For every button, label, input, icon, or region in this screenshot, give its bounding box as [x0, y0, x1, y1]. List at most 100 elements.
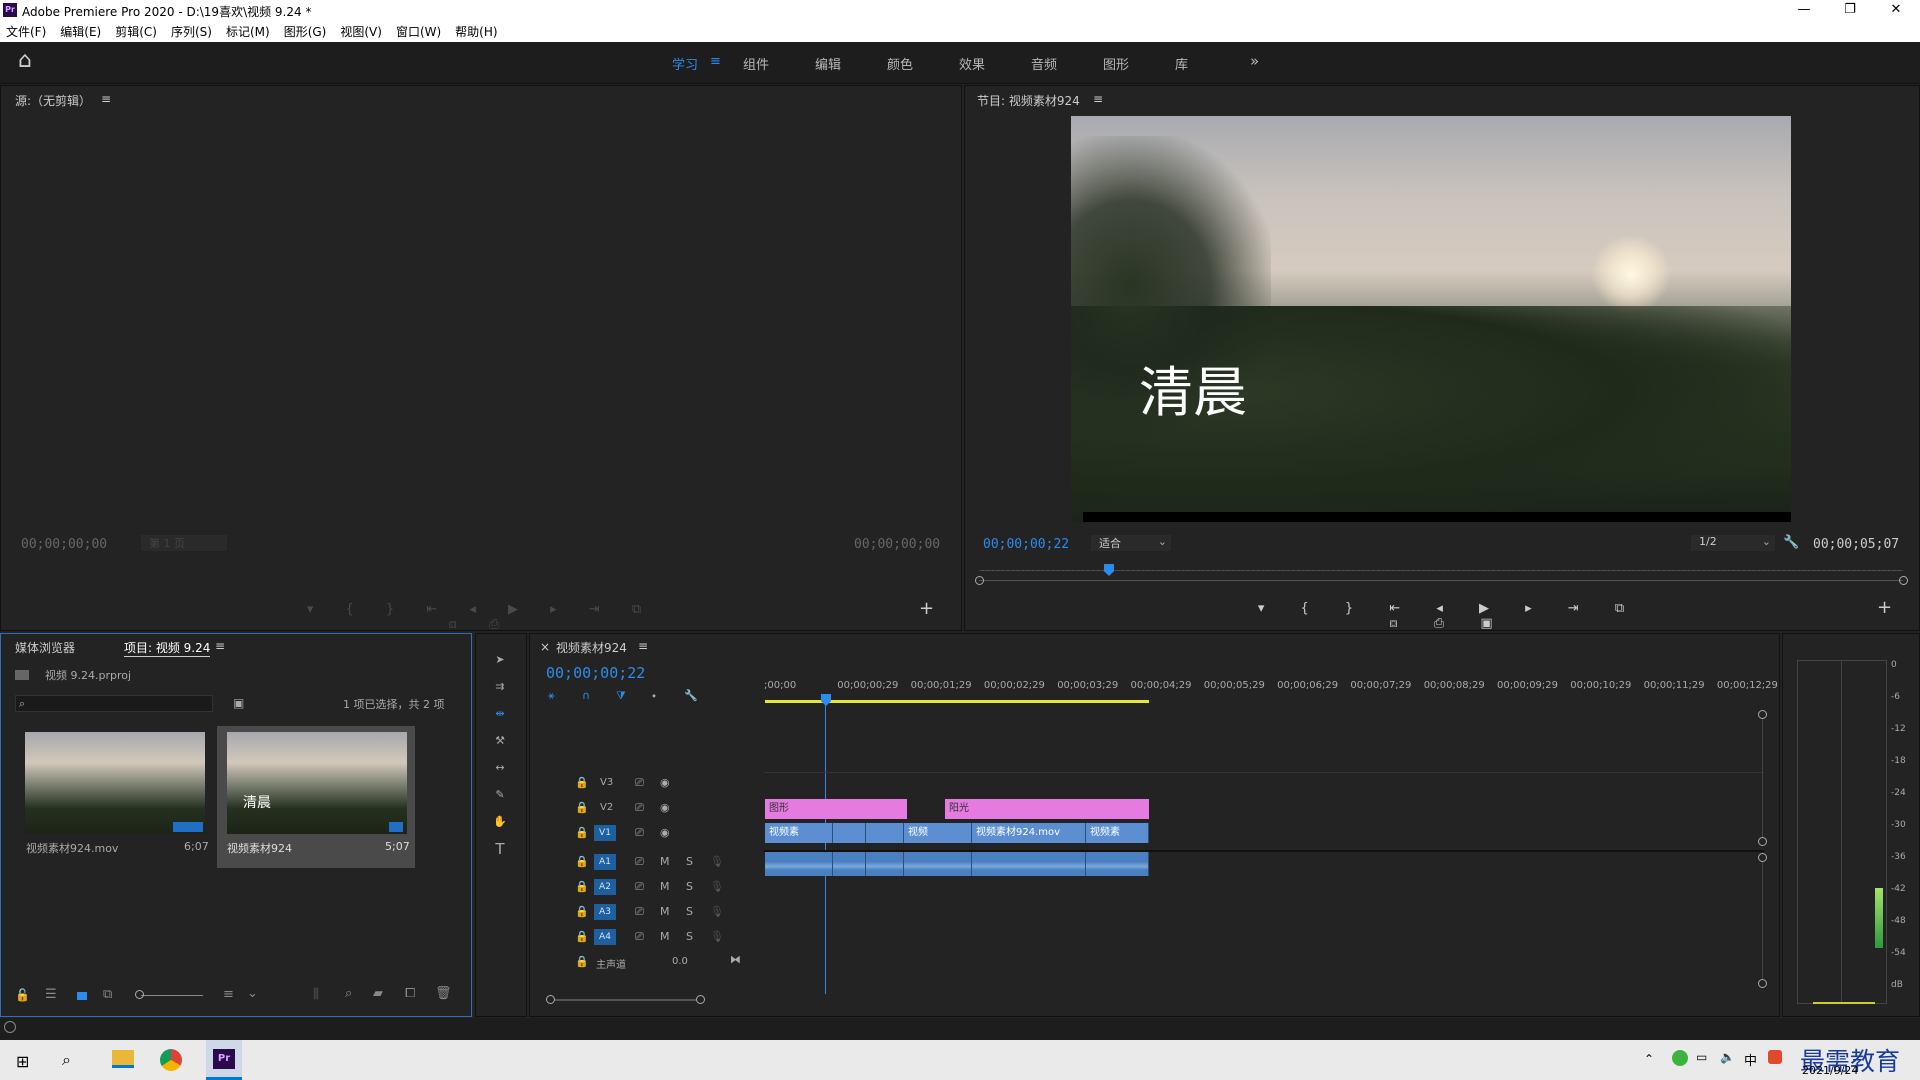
ime-indicator[interactable]: 中 — [1744, 1050, 1757, 1069]
audio-scroll-handle[interactable] — [1758, 853, 1767, 862]
video-scroll-handle[interactable] — [1758, 710, 1767, 719]
mute-button[interactable]: M — [660, 927, 670, 947]
track-label-v3[interactable]: V3 — [600, 777, 613, 788]
solo-button[interactable]: S — [686, 927, 693, 947]
audio-clip-a1[interactable] — [972, 852, 1086, 876]
razor-tool-icon[interactable]: ⚒ — [490, 731, 510, 751]
hand-tool-icon[interactable]: ✋ — [490, 812, 510, 832]
workspace-color[interactable]: 颜色 — [887, 54, 913, 73]
time-ruler[interactable]: ;00;00 00;00;00;29 00;00;01;29 00;00;02;29 0… — [764, 634, 1778, 704]
network-icon[interactable]: ▭ — [1696, 1050, 1707, 1064]
timeline-menu-icon[interactable]: ≡ — [638, 639, 648, 653]
microphone-icon[interactable]: 🎙 — [710, 877, 724, 897]
mute-button[interactable]: M — [660, 877, 670, 897]
clip-v1[interactable] — [866, 823, 904, 843]
toggle-visibility-eye-icon[interactable]: ◉ — [660, 798, 670, 818]
sort-icon[interactable]: ≡ — [223, 987, 234, 1002]
scroll-handle-right[interactable] — [1899, 576, 1908, 585]
track-label-v1[interactable]: V1 — [594, 825, 616, 841]
zoom-fit-select[interactable]: 适合 ⌄ — [1091, 535, 1171, 551]
solo-button[interactable]: S — [686, 902, 693, 922]
menu-sequence[interactable]: 序列(S) — [171, 23, 212, 40]
clip-v1[interactable]: 视频素 — [1086, 823, 1149, 843]
selection-tool-icon[interactable]: ➤ — [490, 650, 510, 670]
track-select-tool-icon[interactable]: ⇉ — [490, 677, 510, 697]
toggle-sync-lock-icon[interactable]: ⎚ — [635, 852, 644, 872]
vertical-scrollbar[interactable] — [1762, 862, 1763, 979]
timeline-playhead[interactable] — [821, 694, 831, 706]
premiere-taskbar-button[interactable]: Pr — [206, 1040, 242, 1080]
ripple-edit-tool-icon[interactable]: ⇹ — [490, 704, 510, 724]
audio-clip-a1[interactable] — [1086, 852, 1149, 876]
clip-v1[interactable] — [833, 823, 866, 843]
tray-app-icon[interactable] — [1672, 1050, 1688, 1066]
microphone-icon[interactable]: 🎙 — [710, 927, 724, 947]
master-volume-value[interactable]: 0.0 — [672, 956, 688, 967]
close-button[interactable]: ✕ — [1876, 2, 1916, 17]
track-lock-icon[interactable]: 🔒 — [575, 902, 589, 922]
audio-clip-a1[interactable] — [765, 852, 833, 876]
project-item[interactable]: 视频素材924.mov 6;07 — [17, 726, 209, 858]
project-item-selected[interactable]: 清晨 视频素材924 5;07 — [217, 726, 415, 868]
audio-clip-a1[interactable] — [904, 852, 972, 876]
menu-file[interactable]: 文件(F) — [6, 23, 46, 40]
track-lock-icon[interactable]: 🔒 — [575, 877, 589, 897]
volume-icon[interactable]: 🔈 — [1720, 1050, 1735, 1064]
source-menu-icon[interactable]: ≡ — [101, 92, 111, 106]
find-icon[interactable]: ⌕ — [345, 986, 352, 1001]
workspace-audio[interactable]: 音频 — [1031, 54, 1057, 73]
playback-resolution-select[interactable]: 1/2 ⌄ — [1691, 535, 1775, 551]
timeline-zoom-bar[interactable] — [555, 999, 697, 1001]
audio-scroll-handle[interactable] — [1758, 979, 1767, 988]
new-item-icon[interactable]: ⧠ — [405, 986, 415, 1001]
sequence-tab[interactable]: 视频素材924 — [556, 639, 627, 656]
source-page-select[interactable]: 第 1 页 — [141, 535, 227, 551]
menu-window[interactable]: 窗口(W) — [396, 23, 441, 40]
timeline-zoom-handle-left[interactable] — [546, 995, 555, 1004]
microphone-icon[interactable]: 🎙 — [710, 852, 724, 872]
tab-project[interactable]: 项目: 视频 9.24 — [124, 639, 211, 657]
search-icon[interactable]: ⌕ — [62, 1050, 71, 1070]
track-label-a2[interactable]: A2 — [594, 879, 616, 895]
video-scroll-handle[interactable] — [1758, 837, 1767, 846]
toggle-sync-lock-icon[interactable]: ⎚ — [635, 798, 644, 818]
menu-edit[interactable]: 编辑(E) — [60, 23, 101, 40]
zoom-slider-handle[interactable] — [135, 990, 144, 999]
nest-toggle-icon[interactable]: ⚹ — [548, 686, 555, 706]
program-timecode[interactable]: 00;00;00;22 — [983, 537, 1069, 552]
restore-button[interactable]: ❐ — [1830, 2, 1870, 17]
timeline-settings-icon[interactable]: 🔧 — [684, 686, 698, 706]
track-lock-icon[interactable]: 🔒 — [575, 852, 589, 872]
project-search-input[interactable]: ⌕ — [15, 695, 213, 712]
track-lock-icon[interactable]: 🔒 — [575, 952, 589, 972]
list-view-icon[interactable]: ☰ — [45, 987, 57, 1002]
workspace-graphics[interactable]: 图形 — [1103, 54, 1129, 73]
program-add-button[interactable]: + — [1877, 597, 1892, 618]
toggle-sync-lock-icon[interactable]: ⎚ — [635, 927, 644, 947]
workspace-editing[interactable]: 编辑 — [815, 54, 841, 73]
toggle-visibility-eye-icon[interactable]: ◉ — [660, 773, 670, 793]
zoom-scrollbar[interactable] — [979, 580, 1903, 581]
new-bin-from-search-icon[interactable]: ▣ — [233, 696, 244, 710]
close-sequence-icon[interactable]: × — [540, 640, 550, 654]
add-marker-icon[interactable]: ⬩ — [652, 686, 656, 706]
automate-sequence-icon[interactable]: ⫼ — [313, 987, 319, 1002]
trash-icon[interactable]: 🗑 — [435, 986, 452, 1001]
clip-v2-sunlight[interactable]: 阳光 — [945, 799, 1149, 819]
microphone-icon[interactable]: 🎙 — [710, 902, 724, 922]
go-to-end-icon[interactable]: ⧓ — [730, 950, 741, 970]
icon-view-icon[interactable] — [77, 992, 87, 1000]
more-workspaces-icon[interactable]: » — [1250, 52, 1259, 70]
source-timecode[interactable]: 00;00;00;00 — [21, 537, 107, 552]
track-label-v2[interactable]: V2 — [600, 802, 613, 813]
timeline-timecode[interactable]: 00;00;00;22 — [546, 664, 645, 682]
sort-chevron-down-icon[interactable]: ⌄ — [247, 986, 258, 1001]
source-add-button[interactable]: + — [919, 598, 934, 619]
minimize-button[interactable]: — — [1784, 2, 1824, 17]
track-lock-icon[interactable]: 🔒 — [575, 773, 589, 793]
workspace-assembly[interactable]: 组件 — [743, 54, 769, 73]
scroll-handle-left[interactable] — [975, 576, 984, 585]
program-menu-icon[interactable]: ≡ — [1093, 92, 1103, 106]
solo-button[interactable]: S — [686, 877, 693, 897]
menu-view[interactable]: 视图(V) — [340, 23, 382, 40]
